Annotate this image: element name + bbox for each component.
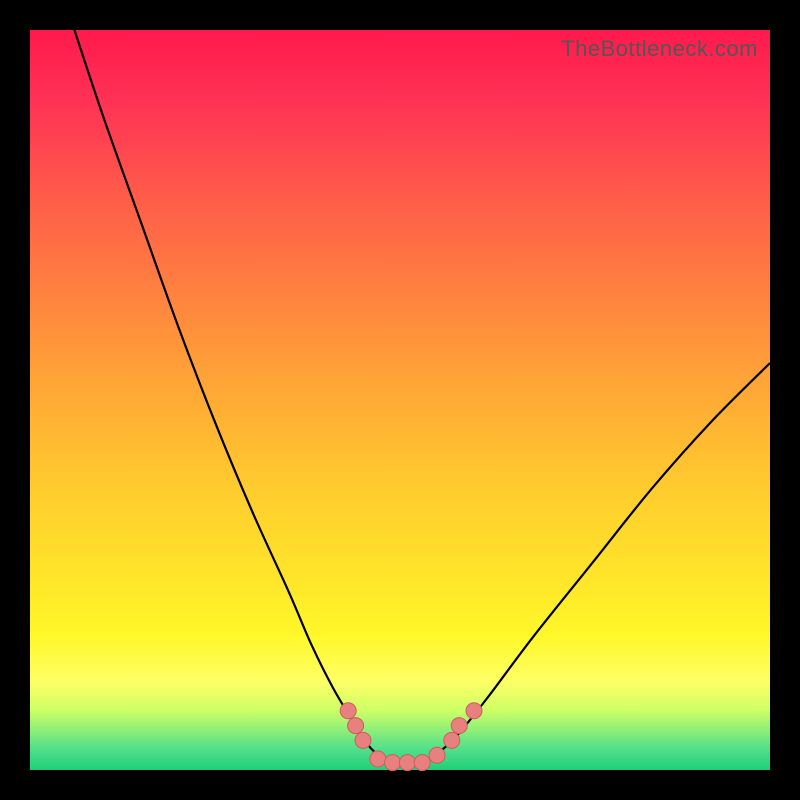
plot-area: TheBottleneck.com bbox=[30, 30, 770, 770]
data-marker bbox=[385, 755, 401, 771]
data-marker bbox=[444, 732, 460, 748]
data-marker bbox=[340, 703, 356, 719]
data-marker bbox=[466, 703, 482, 719]
chart-svg bbox=[30, 30, 770, 770]
outer-frame: TheBottleneck.com bbox=[0, 0, 800, 800]
data-marker bbox=[370, 751, 386, 767]
data-marker bbox=[348, 718, 364, 734]
data-marker bbox=[414, 755, 430, 771]
data-marker bbox=[451, 718, 467, 734]
data-marker bbox=[429, 747, 445, 763]
data-marker bbox=[355, 732, 371, 748]
data-marker bbox=[399, 755, 415, 771]
bottleneck-curve-path bbox=[74, 30, 770, 763]
data-marker-group bbox=[340, 703, 482, 771]
